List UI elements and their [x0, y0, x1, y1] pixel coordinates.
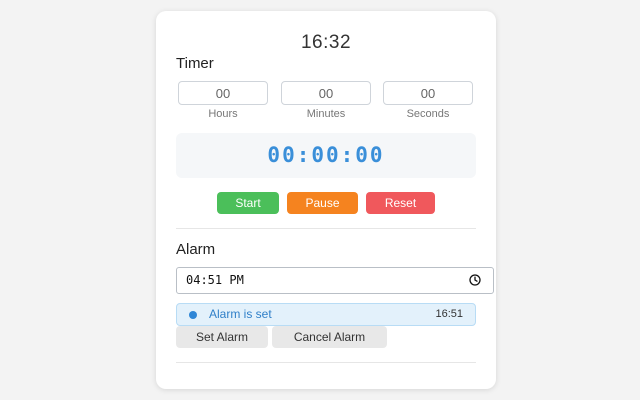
clock-icon[interactable]	[469, 274, 481, 286]
reset-button[interactable]: Reset	[366, 192, 435, 214]
hours-label: Hours	[208, 108, 238, 120]
minutes-input[interactable]: 00	[281, 81, 371, 105]
pause-button[interactable]: Pause	[287, 192, 358, 214]
timer-alarm-card: 16:32 Timer 00 00 00 Hours Minutes Secon…	[156, 11, 496, 389]
set-alarm-button[interactable]: Set Alarm	[176, 326, 268, 348]
section-divider	[176, 228, 476, 229]
hours-input[interactable]: 00	[178, 81, 268, 105]
cancel-alarm-button[interactable]: Cancel Alarm	[272, 326, 387, 348]
alarm-status-time: 16:51	[435, 308, 463, 320]
timer-section-title: Timer	[176, 55, 214, 72]
alarm-time-input[interactable]: 04:51 PM	[176, 267, 494, 294]
alarm-section-title: Alarm	[176, 241, 216, 258]
minutes-label: Minutes	[306, 108, 346, 120]
current-time-clock: 16:32	[300, 32, 352, 53]
bottom-divider	[176, 362, 476, 363]
seconds-label: Seconds	[406, 108, 450, 120]
timer-display: 00:00:00	[176, 133, 476, 178]
start-button[interactable]: Start	[217, 192, 279, 214]
alarm-time-value: 04:51 PM	[186, 273, 244, 287]
dot-icon	[189, 311, 197, 319]
alarm-status-text: Alarm is set	[209, 307, 272, 321]
page: 16:32 Timer 00 00 00 Hours Minutes Secon…	[0, 0, 640, 400]
alarm-status-badge: Alarm is set 16:51	[176, 303, 476, 326]
seconds-input[interactable]: 00	[383, 81, 473, 105]
